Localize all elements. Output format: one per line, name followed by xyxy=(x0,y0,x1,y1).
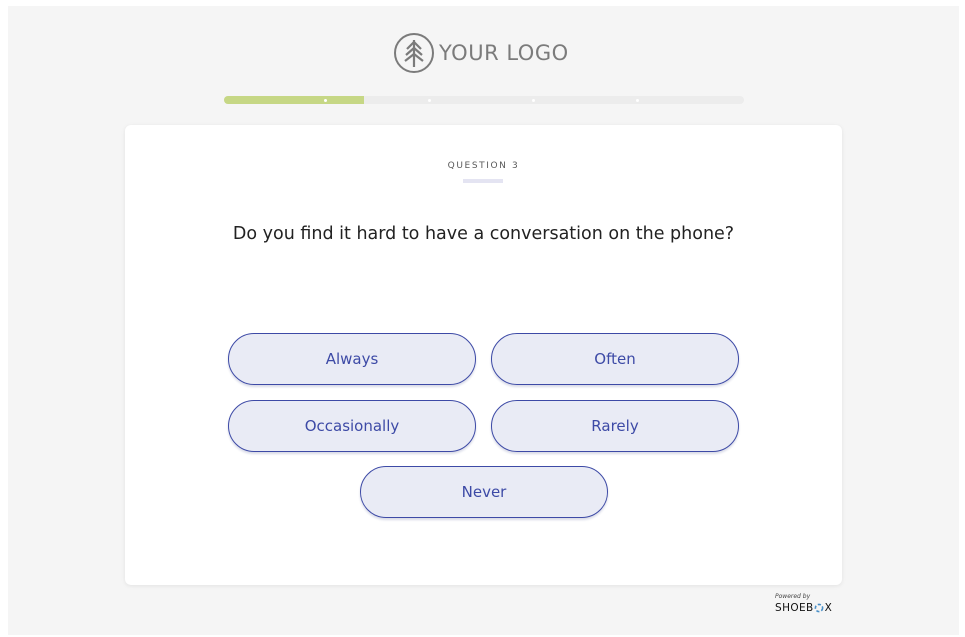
shoebox-brand-logo[interactable]: SHOEB X xyxy=(775,602,832,614)
question-text: Do you find it hard to have a conversati… xyxy=(232,224,735,244)
brand-text-end: X xyxy=(824,602,833,614)
progress-bar xyxy=(224,96,744,104)
question-card: QUESTION 3 Do you find it hard to have a… xyxy=(125,125,842,585)
survey-page: YOUR LOGO QUESTION 3 Do you find it hard… xyxy=(8,6,959,635)
brand-text-start: SHOEB xyxy=(775,602,814,614)
logo: YOUR LOGO xyxy=(393,32,569,74)
question-divider xyxy=(463,179,503,183)
progress-fill xyxy=(224,96,365,104)
answer-always-button[interactable]: Always xyxy=(228,333,476,385)
answer-never-button[interactable]: Never xyxy=(360,466,608,518)
answer-often-button[interactable]: Often xyxy=(491,333,739,385)
powered-by-label: Powered by xyxy=(775,593,811,600)
question-number: QUESTION 3 xyxy=(447,161,520,171)
tree-icon xyxy=(394,33,434,73)
progress-step-marker xyxy=(532,99,536,102)
progress-step-marker xyxy=(636,99,640,102)
progress-step-marker xyxy=(428,99,432,102)
answer-rarely-button[interactable]: Rarely xyxy=(491,400,739,452)
logo-text: YOUR LOGO xyxy=(439,41,569,65)
shoebox-o-icon xyxy=(814,603,824,613)
answer-occasionally-button[interactable]: Occasionally xyxy=(228,400,476,452)
